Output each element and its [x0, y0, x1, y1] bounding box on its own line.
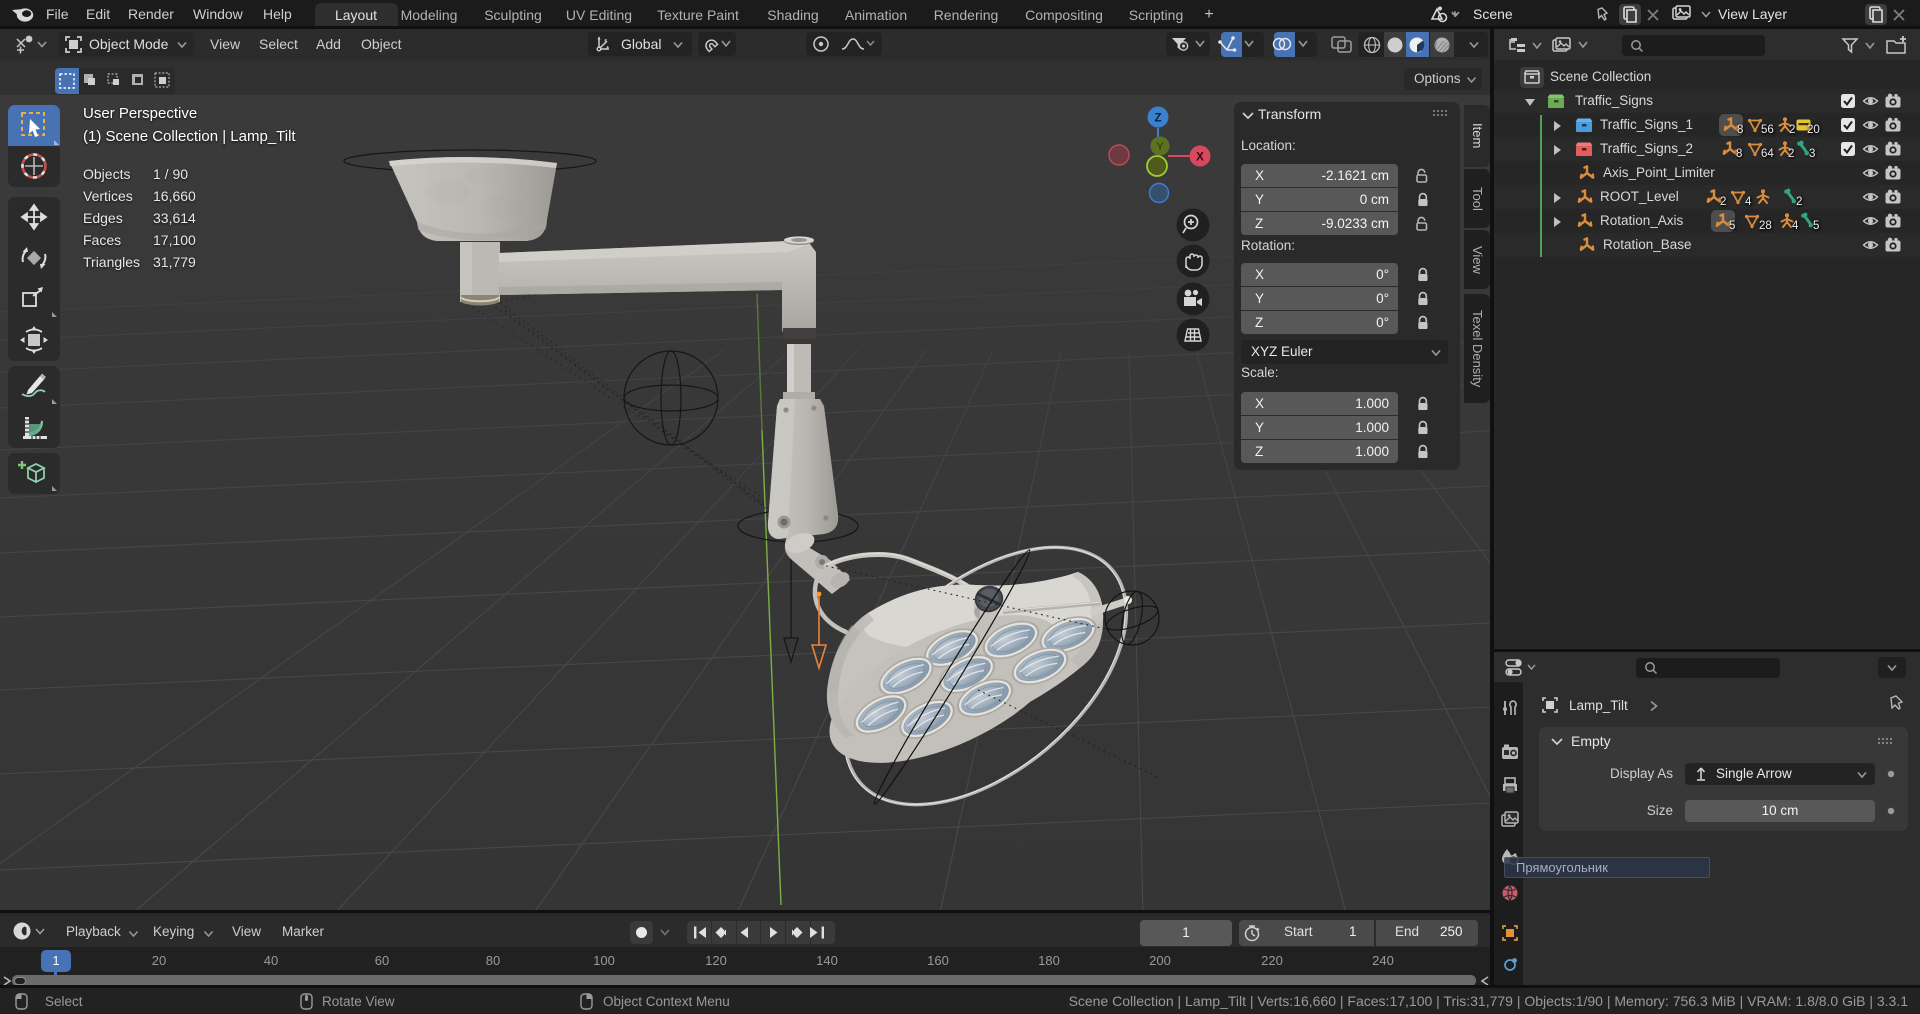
svg-text:Z: Z [1154, 113, 1161, 125]
svg-text:X: X [1196, 152, 1204, 164]
svg-text:Y: Y [1156, 141, 1164, 153]
